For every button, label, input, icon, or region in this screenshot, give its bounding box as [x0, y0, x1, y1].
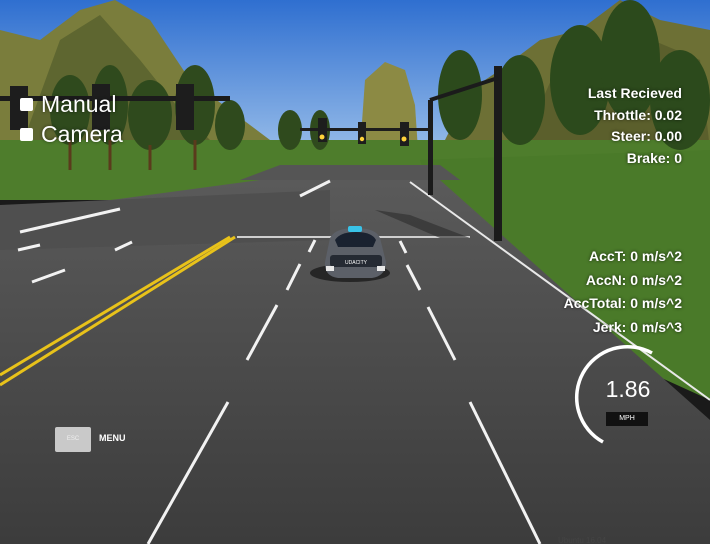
jerk-readout: Jerk: 0 m/s^3: [592, 318, 682, 335]
simulator-view: UDACITY Manual Camera Last Recieved Thro…: [0, 0, 710, 544]
speed-unit: MPH: [606, 412, 648, 426]
menu-label: MENU: [99, 433, 126, 443]
manual-label: Manual: [41, 91, 117, 117]
manual-checkbox[interactable]: [20, 98, 33, 111]
acc-n-readout: AccN: 0 m/s^2: [585, 271, 682, 288]
camera-checkbox[interactable]: [20, 128, 33, 141]
footer-text: Ubuntu 16.04: [558, 536, 607, 544]
brake-readout: Brake: 0: [626, 149, 682, 166]
acc-total-readout: AccTotal: 0 m/s^2: [563, 295, 682, 311]
steer-readout: Steer: 0.00: [611, 128, 682, 144]
speed-value: 1.86: [605, 376, 651, 402]
telemetry-header: Last Recieved: [587, 85, 682, 101]
acc-t-readout: AccT: 0 m/s^2: [589, 248, 682, 264]
camera-toggle[interactable]: Camera: [20, 121, 123, 148]
telemetry-panel: Last Recieved Throttle: 0.02 Steer: 0.00…: [588, 83, 682, 169]
camera-label: Camera: [41, 121, 123, 147]
acceleration-panel: AccT: 0 m/s^2 AccN: 0 m/s^2 AccTotal: 0 …: [564, 245, 682, 339]
car-badge-text: UDACITY: [345, 260, 368, 266]
esc-button[interactable]: ESC: [55, 427, 91, 452]
throttle-readout: Throttle: 0.02: [594, 106, 682, 123]
manual-toggle[interactable]: Manual: [20, 91, 116, 118]
